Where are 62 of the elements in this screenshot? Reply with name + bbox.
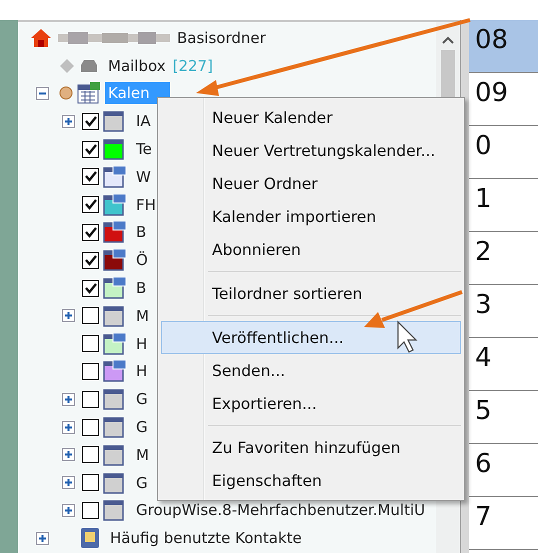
inbox-icon (79, 58, 99, 73)
expand-toggle[interactable] (62, 114, 75, 128)
calendar-label[interactable]: B (133, 221, 150, 244)
expand-toggle[interactable] (62, 309, 75, 322)
calendar-label[interactable]: Ö (133, 249, 151, 272)
calendar-label[interactable]: H (133, 360, 150, 382)
hour-cell: 08 (469, 20, 538, 73)
checkbox[interactable] (82, 474, 99, 492)
menu-item[interactable]: Senden... (161, 354, 461, 387)
calendar-label[interactable]: M (133, 444, 152, 466)
menu-item[interactable]: Eigenschaften (161, 464, 461, 497)
expand-toggle[interactable] (62, 392, 75, 406)
menu-item[interactable]: Neuer Vertretungskalender... (161, 134, 461, 167)
folder-label[interactable]: Basisordner (174, 26, 269, 49)
expand-toggle[interactable] (62, 504, 75, 517)
expand-toggle[interactable] (62, 420, 75, 434)
menu-item[interactable]: Abonnieren (161, 233, 461, 266)
checkbox[interactable] (82, 502, 99, 519)
folder-label[interactable]: Häufig benutzte Kontakte (107, 527, 305, 550)
calendar-icon (77, 82, 101, 104)
scroll-up-icon[interactable] (442, 36, 454, 44)
menu-item[interactable]: Neuer Ordner (161, 167, 461, 200)
calendar-label[interactable]: B (133, 277, 150, 300)
calendar-label[interactable]: H (133, 332, 150, 355)
mouse-cursor-icon (397, 320, 418, 353)
menu-item[interactable]: Kalender importieren (161, 200, 461, 233)
checkbox[interactable] (82, 224, 99, 241)
menu-item[interactable]: Exportieren... (161, 387, 461, 420)
checkbox[interactable] (82, 112, 99, 130)
calendar-label[interactable]: GroupWise.8-Mehrfachbenutzer.MultiU (133, 499, 428, 522)
checkbox[interactable] (82, 168, 99, 186)
calendar-label[interactable]: Te (133, 138, 155, 160)
calendar-label[interactable]: G (133, 388, 151, 410)
envelope-icon (59, 58, 75, 74)
menu-item[interactable]: Veröffentlichen... (161, 321, 461, 354)
checkbox[interactable] (82, 280, 99, 297)
checkbox[interactable] (82, 418, 99, 436)
home-icon (30, 28, 52, 48)
checkbox[interactable] (82, 196, 99, 214)
calendar-label[interactable]: M (133, 304, 152, 327)
calendar-label[interactable]: W (133, 166, 154, 188)
checkbox[interactable] (82, 446, 99, 464)
checkbox[interactable] (82, 335, 99, 352)
folder-label[interactable]: Mailbox (105, 54, 169, 77)
checkbox[interactable] (82, 362, 99, 380)
unread-count: [227] (172, 56, 213, 75)
calendar-label[interactable]: FH (133, 194, 159, 216)
address-book-icon (79, 527, 101, 550)
menu-item[interactable]: Teilordner sortieren (161, 277, 461, 310)
calendar-label[interactable]: G (133, 472, 151, 494)
clock-icon (59, 86, 73, 100)
calendar-label[interactable]: IA (133, 110, 154, 132)
checkbox[interactable] (82, 252, 99, 269)
checkbox[interactable] (82, 140, 99, 158)
calendar-label[interactable]: G (133, 416, 151, 438)
expand-toggle[interactable] (62, 448, 75, 462)
expand-toggle[interactable] (36, 532, 49, 545)
expand-toggle[interactable] (62, 476, 75, 490)
menu-item[interactable]: Zu Favoriten hinzufügen (161, 431, 461, 464)
checkbox[interactable] (82, 390, 99, 408)
checkbox[interactable] (82, 307, 99, 324)
collapse-toggle[interactable] (36, 86, 49, 100)
